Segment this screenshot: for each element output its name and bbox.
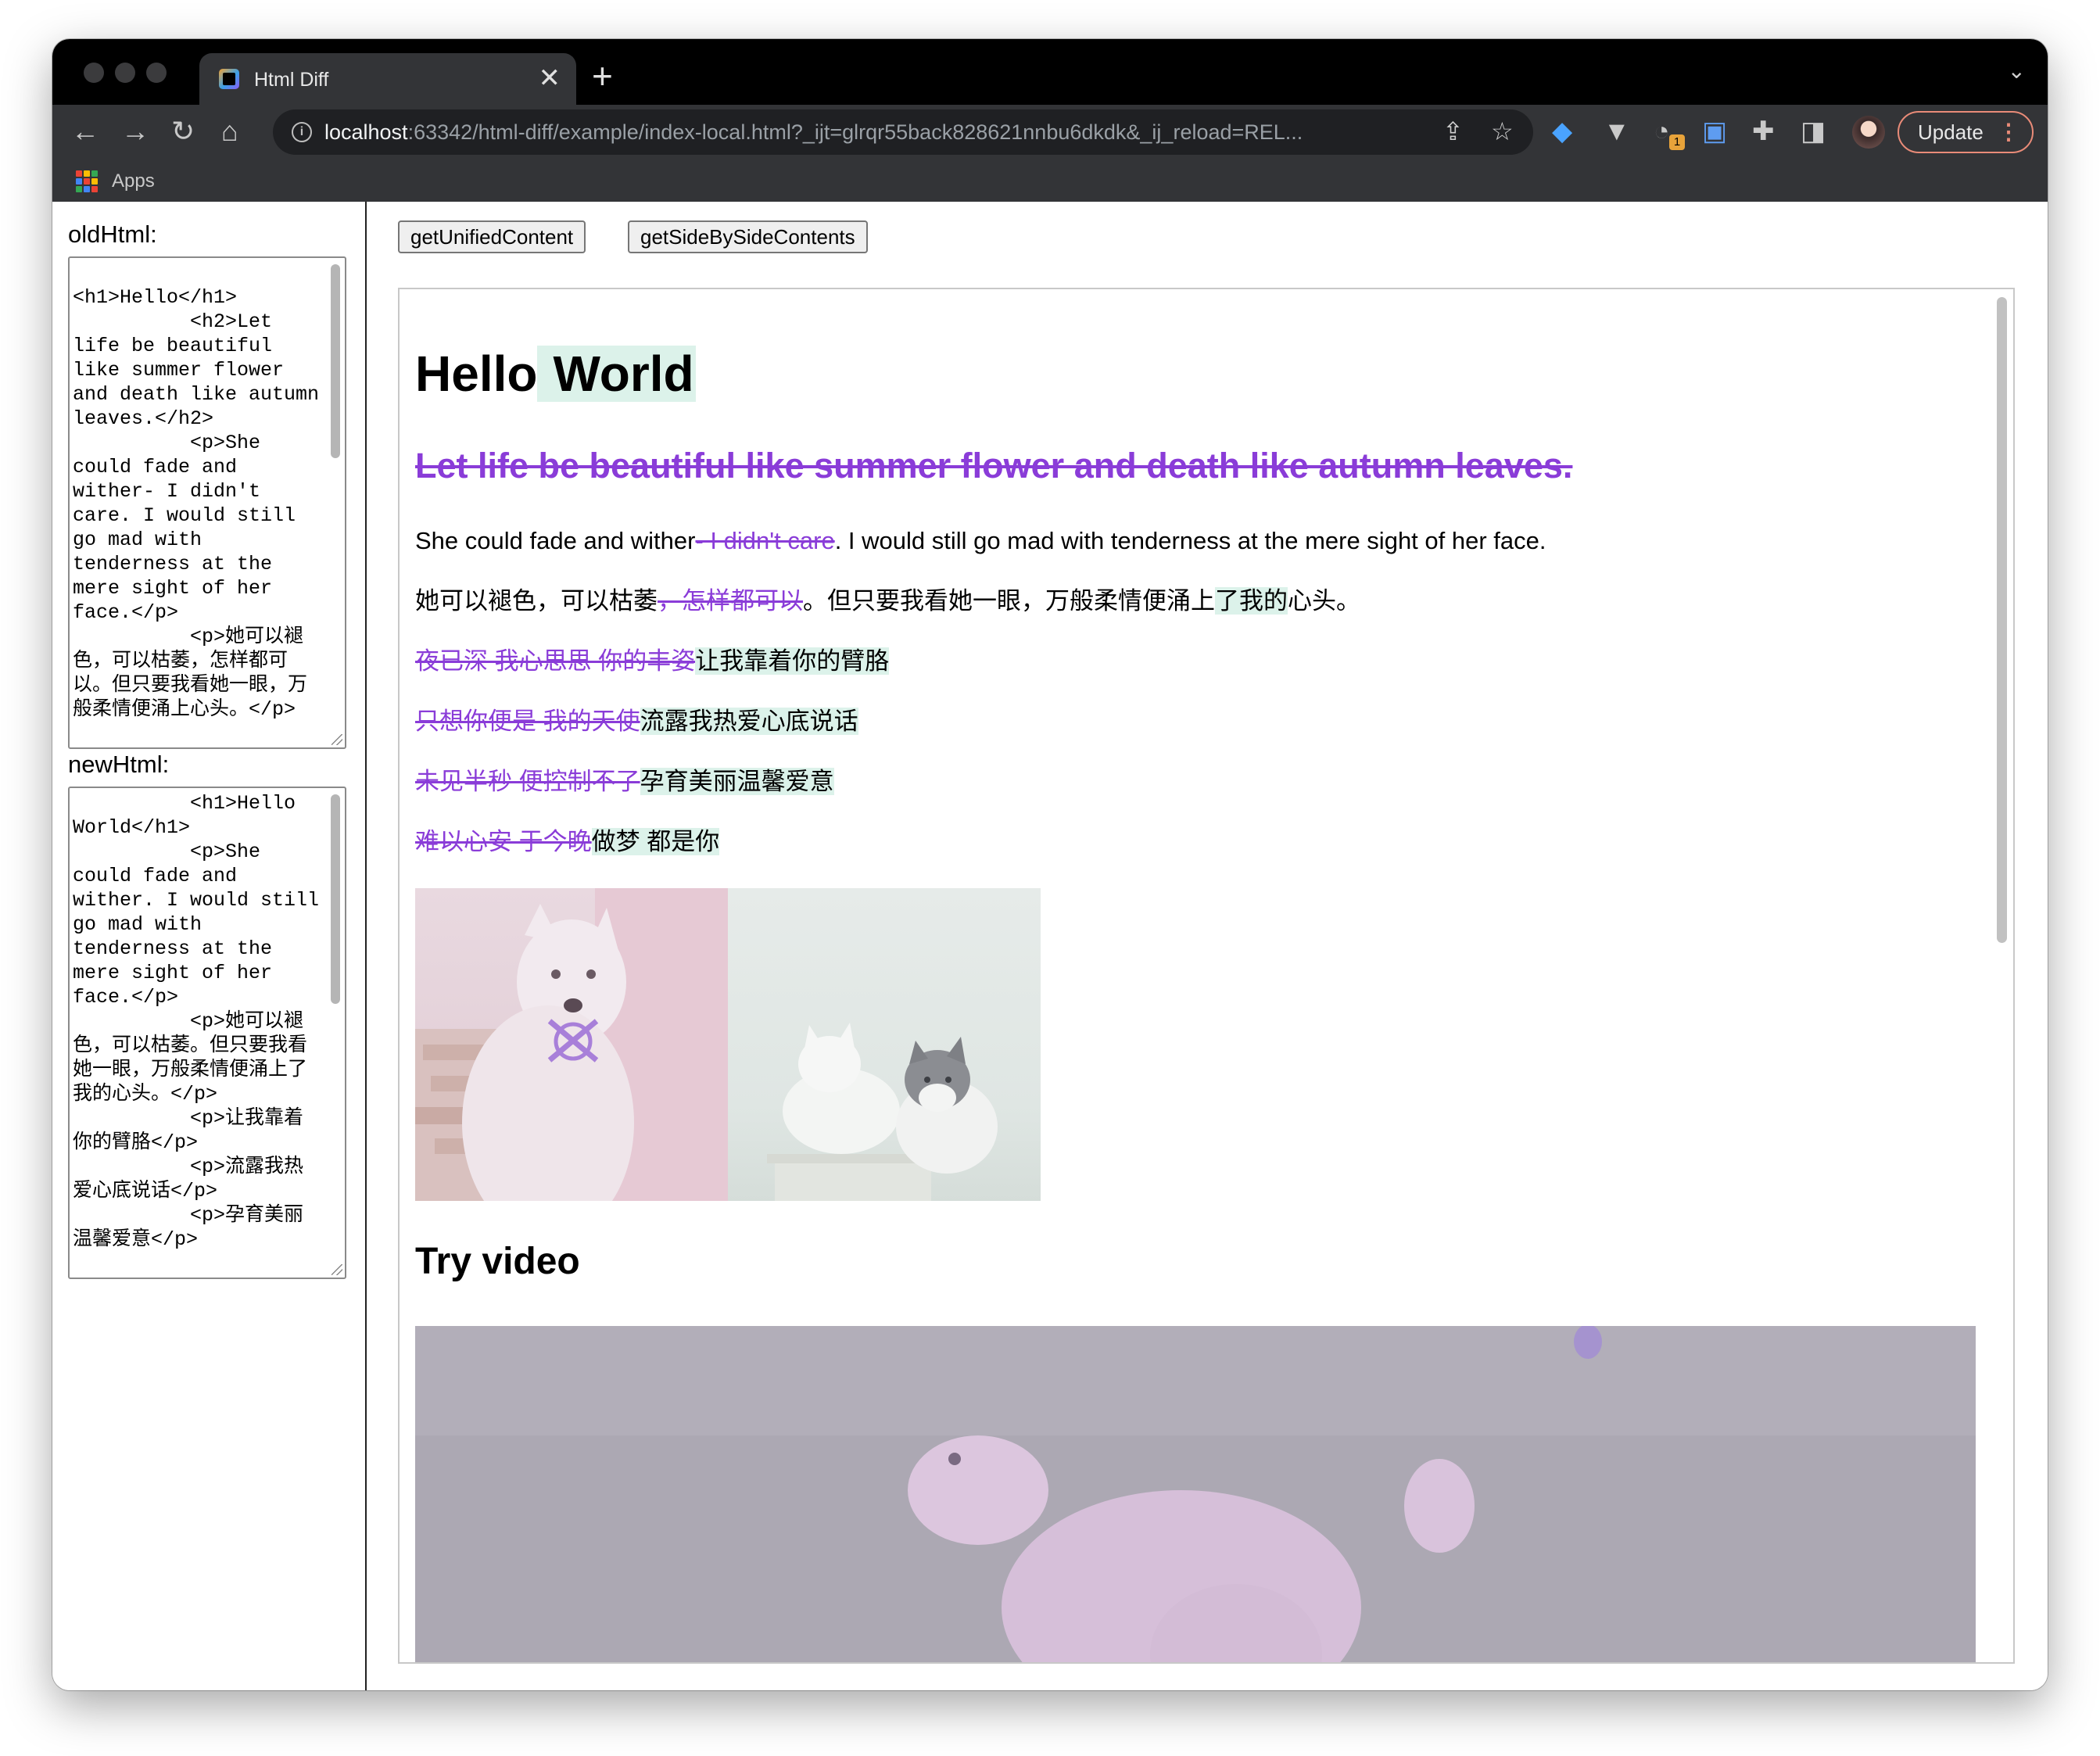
diff-paragraph-2: 她可以褪色，可以枯萎，怎样都可以。但只要我看她一眼，万般柔情便涌上了我的心头。 [415, 587, 1360, 615]
address-bar[interactable]: i localhost:63342/html-diff/example/inde… [273, 109, 1533, 155]
vue-devtools-icon[interactable]: ▼ [1604, 116, 1630, 147]
reload-icon[interactable]: ↻ [171, 116, 195, 147]
apps-grid-icon[interactable] [76, 170, 98, 192]
deleted-text: 只想你便是 我的天使 [415, 708, 640, 735]
inserted-text: 孕育美丽温馨爱意 [640, 768, 834, 795]
new-html-value[interactable]: <h1>Hello World</h1> <p>She could fade a… [70, 788, 345, 1252]
profile-avatar[interactable] [1852, 116, 1885, 149]
update-button[interactable]: Update ⋮ [1898, 111, 2034, 153]
old-html-scrollbar[interactable] [331, 261, 342, 724]
site-info-icon[interactable]: i [292, 122, 312, 142]
diff-paragraph-5: 未见半秒 便控制不了孕育美丽温馨爱意 [415, 765, 834, 799]
new-html-scroll-thumb[interactable] [331, 794, 340, 1004]
diff-paragraph-6: 难以心安 于今晚做梦 都是你 [415, 825, 720, 859]
close-window-button[interactable] [84, 63, 104, 83]
inserted-text: World [537, 346, 696, 402]
extension-circle-icon[interactable]: ◔ [1654, 116, 1670, 147]
deleted-dog-image [415, 888, 728, 1201]
inserted-cats-image [728, 888, 1041, 1201]
deleted-text: 难以心安 于今晚 [415, 828, 592, 855]
more-menu-icon[interactable]: ⋮ [1998, 113, 2019, 152]
get-side-by-side-contents-button[interactable]: getSideBySideContents [628, 220, 868, 253]
deleted-text: - I didn't care [695, 527, 835, 554]
deleted-subheading: Let life be beautiful like summer flower… [415, 446, 1573, 486]
side-panel-icon[interactable]: ◨ [1801, 116, 1826, 147]
input-panel: oldHtml: <h1>Hello</h1> <h2>Let life be … [52, 202, 367, 1690]
extension-badge: 1 [1669, 134, 1685, 150]
bookmark-star-icon[interactable]: ☆ [1491, 117, 1514, 145]
new-html-textarea[interactable]: <h1>Hello World</h1> <p>She could fade a… [68, 787, 346, 1279]
tab-html-diff[interactable]: Html Diff ✕ [199, 53, 576, 105]
share-icon[interactable]: ⇪ [1442, 117, 1464, 145]
diff-heading: Hello World [415, 346, 696, 402]
forward-arrow-icon[interactable]: → [121, 116, 149, 147]
deleted-text: 未见半秒 便控制不了 [415, 768, 640, 795]
minimize-window-button[interactable] [115, 63, 135, 83]
inserted-text: 流露我热爱心底说话 [640, 708, 858, 735]
resize-handle-icon[interactable] [331, 734, 342, 745]
new-html-label: newHtml: [68, 751, 170, 778]
home-icon[interactable]: ⌂ [221, 116, 238, 147]
old-html-textarea[interactable]: <h1>Hello</h1> <h2>Let life be beautiful… [68, 256, 346, 749]
resize-handle-icon[interactable] [331, 1264, 342, 1275]
old-html-label: oldHtml: [68, 220, 157, 248]
webstorm-favicon-icon [219, 69, 239, 89]
new-tab-plus-icon[interactable]: + [592, 56, 613, 95]
inserted-text: 让我靠着你的臂胳 [695, 647, 890, 675]
try-video-heading: Try video [415, 1241, 580, 1282]
tab-strip: Html Diff ✕ + ⌄ [52, 39, 2048, 105]
diff-result-panel[interactable]: Hello World Let life be beautiful like su… [398, 288, 2015, 1664]
inserted-text: 了我的 [1215, 587, 1288, 615]
page-viewport: oldHtml: <h1>Hello</h1> <h2>Let life be … [52, 202, 2048, 1690]
tab-title: Html Diff [254, 69, 329, 91]
bookmarks-bar: Apps [52, 161, 2048, 202]
result-scroll-thumb[interactable] [1997, 297, 2007, 943]
diff-paragraph-1: She could fade and wither- I didn't care… [415, 527, 1546, 554]
back-arrow-icon[interactable]: ← [71, 116, 99, 147]
apps-bookmark-label[interactable]: Apps [112, 170, 155, 192]
inserted-text: 做梦 都是你 [591, 828, 720, 855]
old-html-scroll-thumb[interactable] [331, 264, 340, 458]
diff-paragraph-3: 夜已深 我心思思 你的丰姿让我靠着你的臂胳 [415, 644, 890, 679]
tab-close-icon[interactable]: ✕ [539, 63, 561, 94]
deleted-text: ，怎样都可以 [658, 587, 803, 615]
tab-search-chevron-icon[interactable]: ⌄ [2008, 58, 2026, 84]
new-html-scrollbar[interactable] [331, 791, 342, 1254]
result-scrollbar[interactable] [1994, 289, 2010, 1662]
diff-paragraph-4: 只想你便是 我的天使流露我热爱心底说话 [415, 704, 858, 739]
url-text[interactable]: localhost:63342/html-diff/example/index-… [324, 120, 1303, 145]
old-html-value[interactable]: <h1>Hello</h1> <h2>Let life be beautiful… [70, 258, 345, 722]
deleted-text: 夜已深 我心思思 你的丰姿 [415, 647, 696, 675]
get-unified-content-button[interactable]: getUnifiedContent [398, 220, 586, 253]
google-translate-icon[interactable]: ▣ [1702, 116, 1727, 147]
diff-images [415, 888, 1041, 1201]
maximize-window-button[interactable] [146, 63, 167, 83]
gem-extension-icon[interactable]: ◆ [1552, 116, 1572, 147]
extensions-puzzle-icon[interactable]: ✚ [1752, 116, 1775, 147]
browser-toolbar: ← → ↻ ⌂ i localhost:63342/html-diff/exam… [52, 105, 2048, 161]
browser-window: Html Diff ✕ + ⌄ ← → ↻ ⌂ i localhost:6334… [52, 39, 2048, 1690]
inserted-video[interactable] [415, 1326, 1976, 1662]
